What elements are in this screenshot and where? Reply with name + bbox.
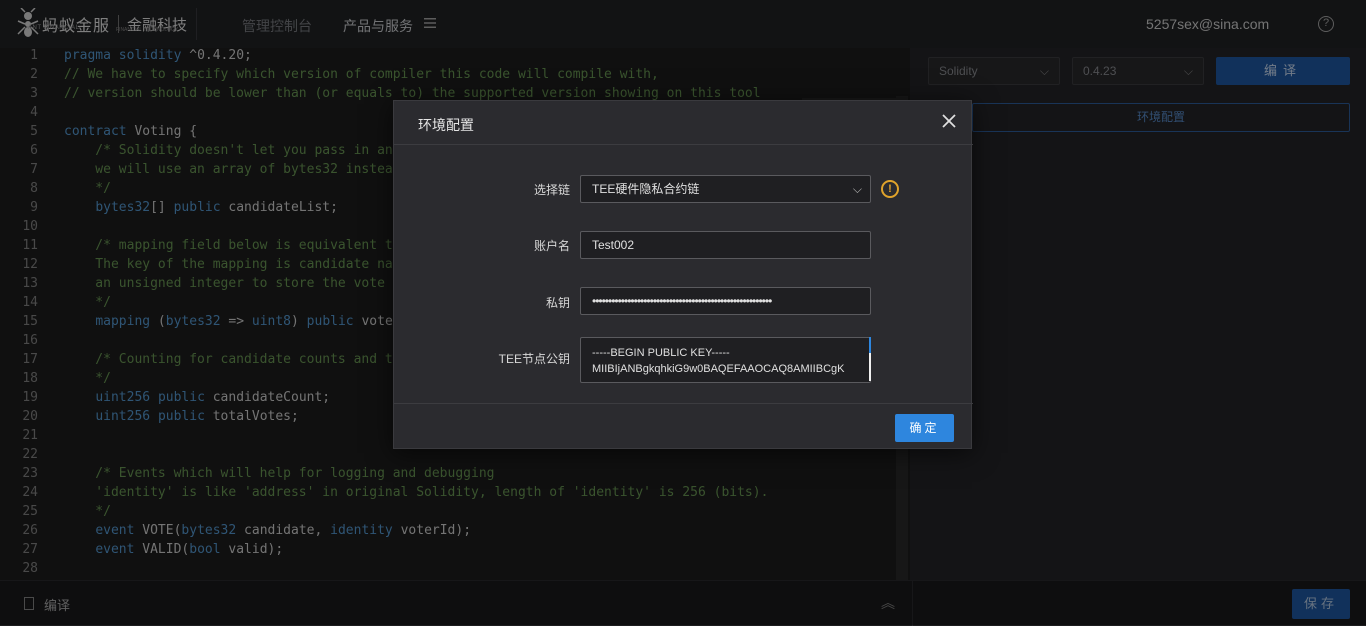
env-config-dialog: 环境配置 选择链 TEE硬件隐私合约链 ⌵ ! 账户名 Test002 私钥 •… (393, 100, 973, 449)
textarea-focus-indicator (869, 337, 871, 353)
tee-pubkey-textarea[interactable]: -----BEGIN PUBLIC KEY----- MIIBIjANBgkqh… (580, 337, 871, 383)
dialog-footer-divider (394, 403, 973, 404)
chain-select[interactable]: TEE硬件隐私合约链 ⌵ (580, 175, 871, 203)
close-icon[interactable] (939, 111, 959, 131)
tee-pubkey-label: TEE节点公钥 (498, 352, 570, 366)
tee-pubkey-line-1: -----BEGIN PUBLIC KEY----- (592, 347, 730, 359)
tee-pubkey-line-2: MIIBIjANBgkqhkiG9w0BAQEFAAOCAQ8AMIIBCgK (592, 363, 845, 375)
account-value: Test002 (592, 238, 635, 252)
account-input[interactable]: Test002 (580, 231, 871, 259)
warning-icon[interactable]: ! (881, 180, 899, 198)
account-label: 账户名 (533, 239, 570, 253)
private-key-value: ••••••••••••••••••••••••••••••••••••••••… (592, 294, 772, 308)
private-key-label: 私钥 (545, 296, 570, 310)
dialog-header: 环境配置 (394, 101, 973, 145)
chain-label: 选择链 (533, 183, 570, 197)
confirm-button[interactable]: 确定 (895, 414, 954, 442)
chain-value: TEE硬件隐私合约链 (592, 182, 700, 196)
chevron-down-icon: ⌵ (852, 182, 862, 196)
dialog-title: 环境配置 (418, 117, 474, 133)
private-key-input[interactable]: ••••••••••••••••••••••••••••••••••••••••… (580, 287, 871, 315)
